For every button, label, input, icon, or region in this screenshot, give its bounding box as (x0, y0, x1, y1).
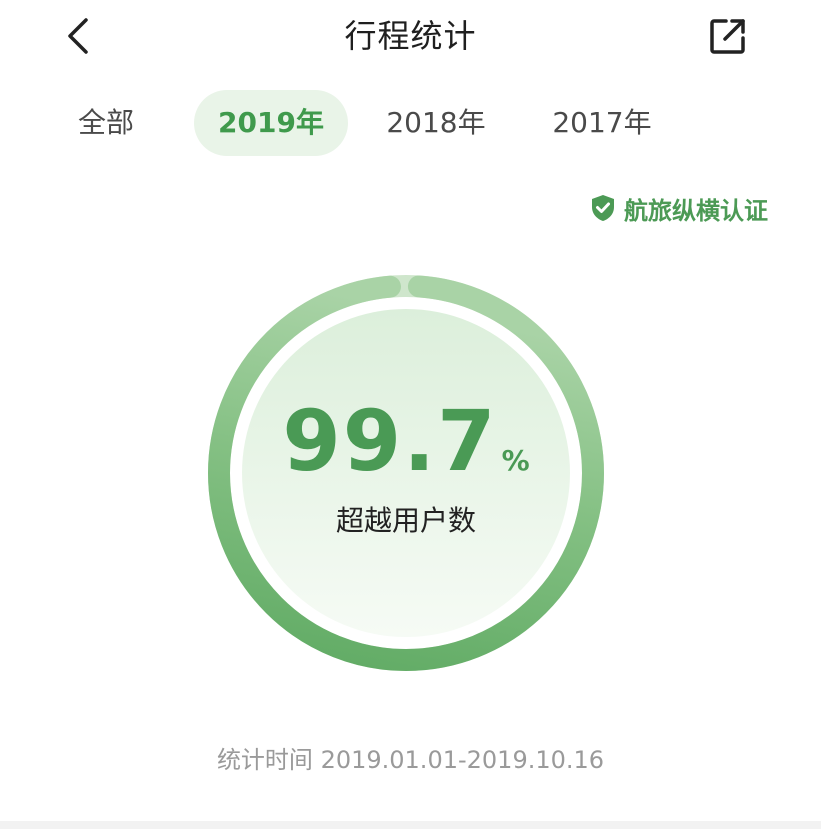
trip-stats-screen: 行程统计 全部 2019年 2018年 2017年 航旅纵横认证 99.7 % … (0, 0, 821, 829)
stats-period: 统计时间 2019.01.01-2019.10.16 (216, 746, 605, 774)
page-title: 行程统计 (344, 17, 477, 55)
percentile-gauge: 99.7 % 超越用户数 (205, 272, 607, 674)
tab-2019[interactable]: 2019年 (194, 90, 348, 156)
share-external-icon (710, 19, 745, 54)
year-tabs: 全部 2019年 2018年 2017年 (0, 90, 821, 156)
certification-badge: 航旅纵横认证 (590, 190, 768, 226)
share-button[interactable] (704, 12, 752, 60)
certification-label: 航旅纵横认证 (624, 196, 768, 225)
tab-all[interactable]: 全部 (58, 90, 154, 156)
percentile-value-row: 99.7 % (282, 399, 529, 483)
percentile-unit: % (501, 444, 530, 477)
tab-2017[interactable]: 2017年 (534, 90, 670, 156)
shield-check-icon (592, 195, 614, 221)
percentile-label: 超越用户数 (335, 504, 476, 537)
bottom-divider (0, 821, 821, 829)
percentile-value: 99.7 (282, 392, 498, 490)
tab-2018[interactable]: 2018年 (368, 90, 504, 156)
gauge-center: 99.7 % 超越用户数 (205, 272, 607, 674)
